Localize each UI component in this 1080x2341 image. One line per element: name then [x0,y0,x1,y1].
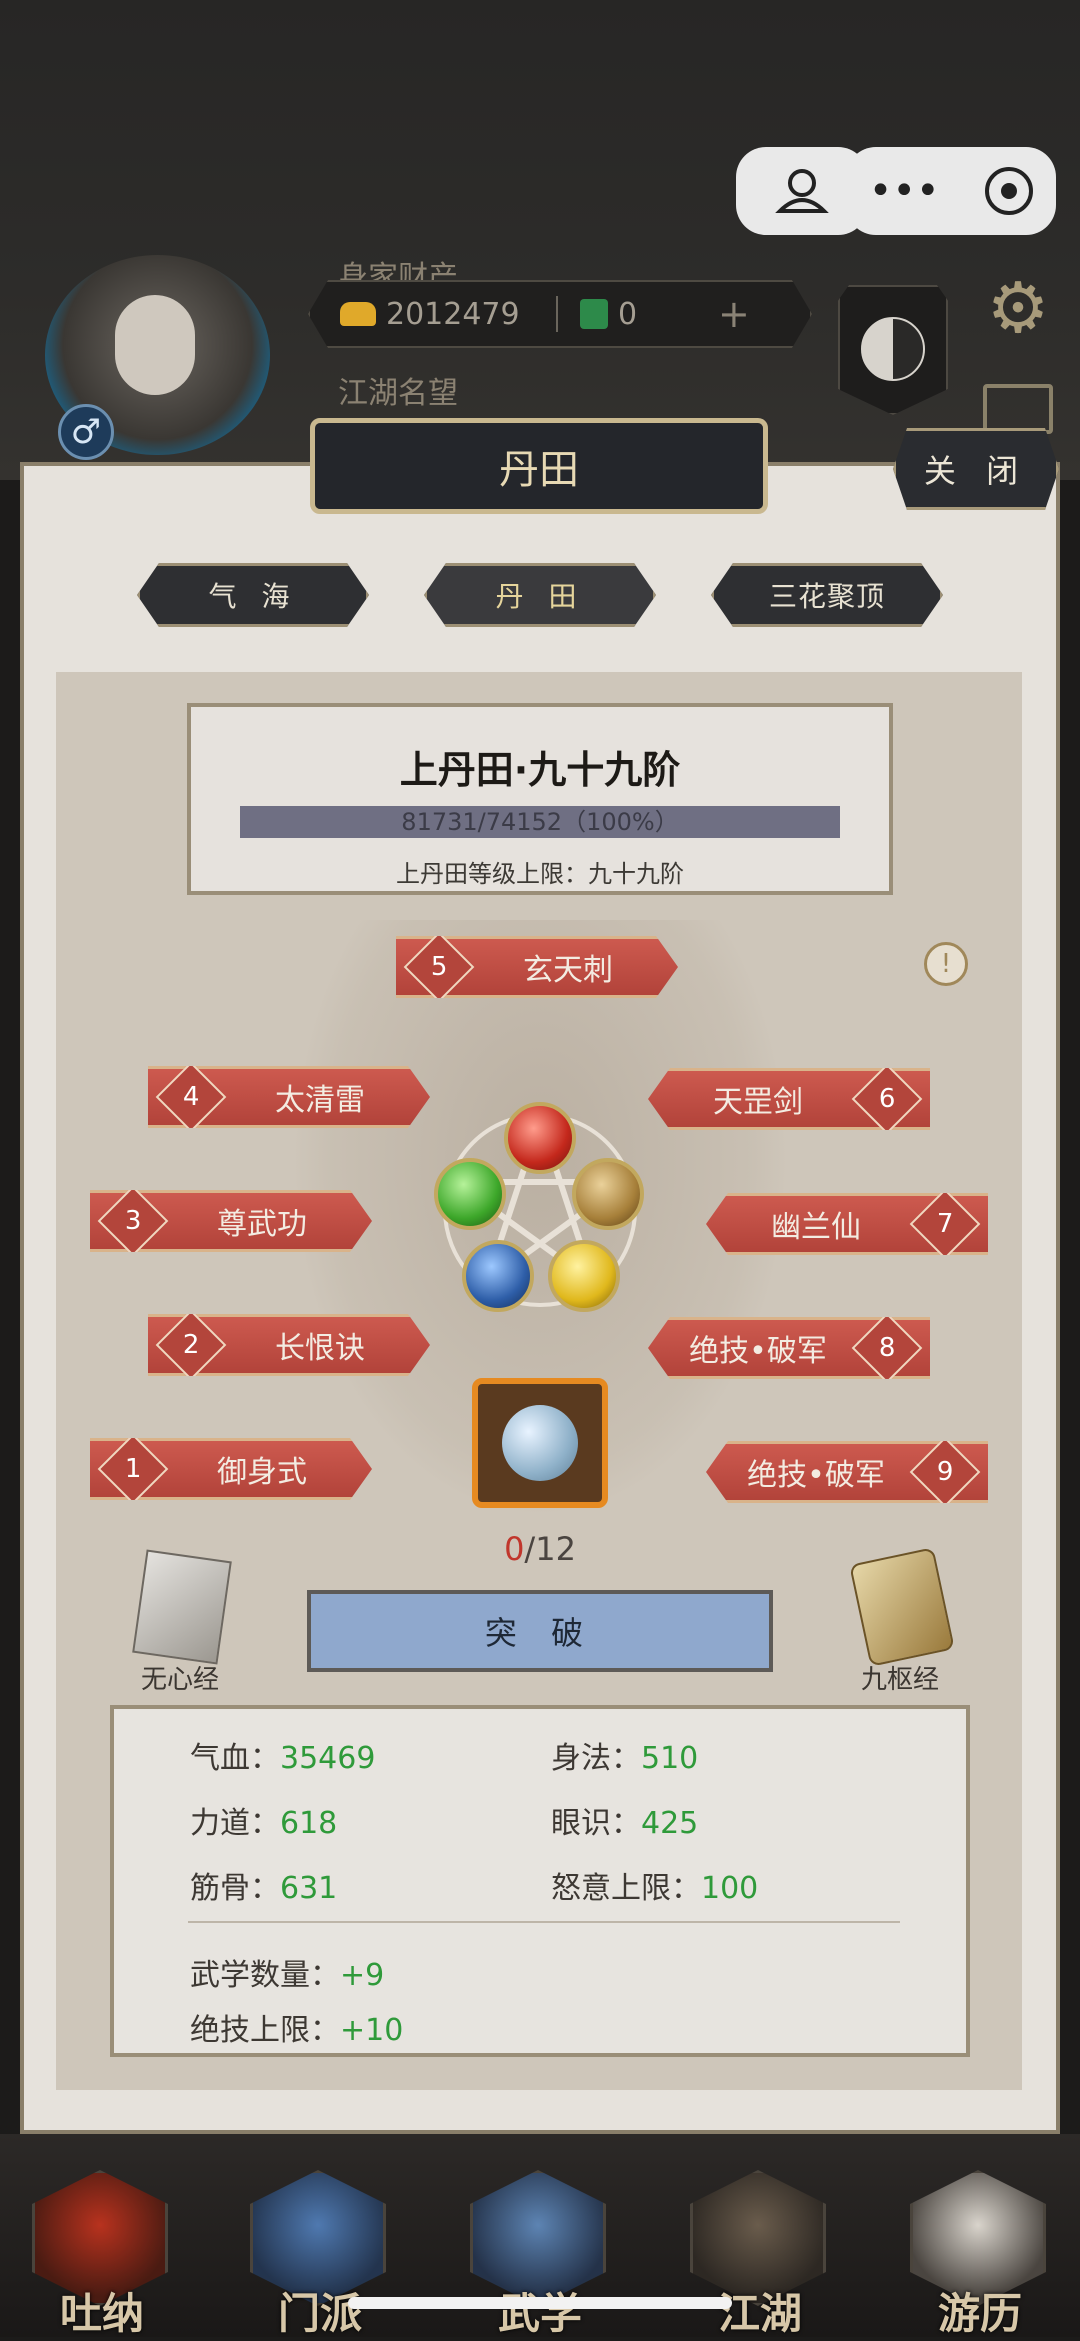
stat-bone: 筋骨：631 [190,1871,338,1906]
add-currency-button[interactable]: + [718,292,750,336]
fame-label: 江湖名望 [338,376,458,411]
divider [556,296,558,332]
skill-number: 5 [404,932,475,1003]
wood-gem-icon[interactable] [434,1158,506,1230]
skill-number: 4 [156,1062,227,1133]
stat-agility: 身法：510 [551,1741,699,1776]
tab-dantian[interactable]: 丹 田 [424,563,656,627]
close-target-icon[interactable] [985,167,1034,215]
panel-title: 丹田 [310,418,768,514]
left-book-label: 无心经 [140,1665,219,1695]
scroll-icon [849,1547,955,1667]
stat-strength: 力道：618 [190,1806,338,1841]
mail-icon[interactable] [983,384,1053,434]
nav-label: 江湖 [717,2289,802,2338]
info-icon[interactable]: ! [924,942,968,986]
book-icon [132,1549,232,1665]
skill-name: 御身式 [217,1455,307,1490]
skill-number: 7 [909,1193,981,1255]
skill-slot-7[interactable]: 幽兰仙 7 [706,1193,988,1255]
tab-sanhua[interactable]: 三花聚顶 [711,563,943,627]
more-icon[interactable]: ••• [869,168,940,214]
nav-label: 门派 [277,2289,362,2338]
jade-amount: 0 [618,296,638,332]
stat-martial-count: 武学数量：+9 [190,1958,385,1993]
level-limit: 上丹田等级上限：九十九阶 [396,860,684,888]
avatar-face [115,295,195,395]
skill-name: 尊武功 [217,1207,307,1242]
metal-gem-icon[interactable] [548,1240,620,1312]
earth-gem-icon[interactable] [572,1158,644,1230]
close-button[interactable]: 关 闭 [893,428,1059,510]
breakthrough-button[interactable]: 突 破 [307,1590,773,1672]
progress-counter: 0/12 [504,1530,576,1568]
stat-ult-limit: 绝技上限：+10 [190,2013,404,2048]
skill-name: 长恨诀 [275,1331,365,1366]
home-indicator[interactable] [348,2297,732,2309]
jade-icon [580,299,608,329]
stat-insight: 眼识：425 [551,1806,699,1841]
skill-name: 太清雷 [275,1083,365,1118]
mini-program-capsule: ••• [846,147,1056,235]
skill-slot-5[interactable]: 5 玄天刺 [396,936,678,998]
profile-icon [775,169,829,213]
skill-slot-8[interactable]: 绝技•破军 8 [648,1317,930,1379]
level-progress-bar: 81731/74152（100%） [240,806,840,838]
level-title: 上丹田·九十九阶 [399,748,681,792]
level-box: 上丹田·九十九阶 81731/74152（100%） 上丹田等级上限：九十九阶 [187,703,893,895]
orb-icon [502,1405,578,1481]
right-book[interactable]: 九枢经 [830,1547,970,1696]
taiji-icon [861,317,925,381]
skill-number: 2 [156,1310,227,1381]
stat-hp: 气血：35469 [190,1741,376,1776]
gold-ingot-icon [340,302,376,326]
nav-youli[interactable]: 游历 [910,2170,1050,2338]
skill-number: 8 [851,1317,923,1379]
skill-slot-6[interactable]: 天罡剑 6 [648,1068,930,1130]
skill-slot-1[interactable]: 1 御身式 [90,1438,372,1500]
sect-emblem[interactable] [838,285,948,415]
skill-number: 1 [98,1434,169,1505]
nav-label: 吐纳 [59,2289,144,2338]
skill-name: 幽兰仙 [771,1210,861,1245]
nav-label: 武学 [497,2289,582,2338]
skill-slot-9[interactable]: 绝技•破军 9 [706,1441,988,1503]
skill-name: 天罡剑 [713,1085,803,1120]
settings-gear-icon[interactable]: ⚙ [980,270,1056,346]
skill-name: 绝技•破军 [689,1334,827,1369]
gold-amount: 2012479 [386,296,520,332]
fire-gem-icon[interactable] [504,1102,576,1174]
tab-qihai[interactable]: 气 海 [137,563,369,627]
skill-number: 6 [851,1068,923,1130]
gender-icon: ♂ [58,404,114,460]
skill-slot-3[interactable]: 3 尊武功 [90,1190,372,1252]
left-book[interactable]: 无心经 [110,1549,250,1696]
water-gem-icon[interactable] [462,1240,534,1312]
skill-slot-2[interactable]: 2 长恨诀 [148,1314,430,1376]
nav-label: 游历 [937,2289,1022,2338]
skill-number: 9 [909,1441,981,1503]
stat-rage: 怒意上限：100 [551,1871,759,1906]
wealth-bar: 2012479 0 + [308,280,812,348]
nav-tuna[interactable]: 吐纳 [32,2170,172,2338]
skill-number: 3 [98,1186,169,1257]
core-item-slot[interactable] [472,1378,608,1508]
right-book-label: 九枢经 [860,1665,939,1695]
skill-name: 玄天刺 [523,953,613,988]
stats-divider [188,1921,900,1923]
skill-name: 绝技•破军 [747,1458,885,1493]
skill-slot-4[interactable]: 4 太清雷 [148,1066,430,1128]
